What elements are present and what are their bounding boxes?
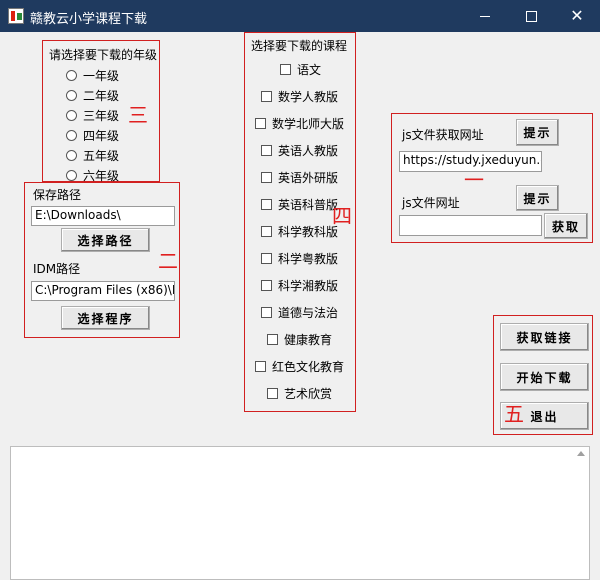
choose-path-button[interactable]: 选择路径 xyxy=(61,228,150,252)
title-bar: 赣教云小学课程下载 ✕ xyxy=(0,0,600,32)
grade-option-1[interactable]: 一年级 xyxy=(66,67,119,84)
course-checkbox-morality[interactable]: 道德与法治 xyxy=(261,304,338,321)
js-fetch-label: js文件获取网址 xyxy=(402,128,484,142)
choose-program-button[interactable]: 选择程序 xyxy=(61,306,150,330)
js-url-input[interactable] xyxy=(399,215,542,236)
radio-icon xyxy=(66,130,77,141)
idm-path-label: IDM路径 xyxy=(33,262,81,276)
start-download-button[interactable]: 开始下载 xyxy=(500,363,589,391)
course-label: 语文 xyxy=(297,63,322,77)
window-title: 赣教云小学课程下载 xyxy=(30,12,148,27)
checkbox-icon xyxy=(261,199,272,210)
course-checkbox-chinese[interactable]: 语文 xyxy=(280,61,321,78)
checkbox-icon xyxy=(261,280,272,291)
grade-option-label: 五年级 xyxy=(83,149,120,163)
maximize-icon xyxy=(525,10,537,22)
checkbox-icon xyxy=(261,307,272,318)
course-label: 红色文化教育 xyxy=(272,360,345,374)
course-label: 英语外研版 xyxy=(278,171,339,185)
checkbox-icon xyxy=(255,361,266,372)
checkbox-icon xyxy=(261,253,272,264)
course-checkbox-math-pep[interactable]: 数学人教版 xyxy=(261,88,338,105)
course-label: 艺术欣赏 xyxy=(284,387,333,401)
close-button[interactable]: ✕ xyxy=(554,0,600,32)
js-url-label: js文件网址 xyxy=(402,196,460,210)
course-label: 科学粤教版 xyxy=(278,252,339,266)
grade-option-5[interactable]: 五年级 xyxy=(66,147,119,164)
grade-option-3[interactable]: 三年级 xyxy=(66,107,119,124)
grade-option-label: 一年级 xyxy=(83,69,120,83)
radio-icon xyxy=(66,110,77,121)
get-link-button[interactable]: 获取链接 xyxy=(500,323,589,351)
course-checkbox-health[interactable]: 健康教育 xyxy=(267,331,332,348)
hint-button-fetch[interactable]: 提示 xyxy=(516,119,559,146)
course-checkbox-english-fltrp[interactable]: 英语外研版 xyxy=(261,169,338,186)
actions-annotation-marker: 五 xyxy=(504,402,524,426)
get-button[interactable]: 获取 xyxy=(544,213,588,239)
checkbox-icon xyxy=(261,91,272,102)
course-label: 数学北师大版 xyxy=(272,117,345,131)
app-icon xyxy=(8,8,24,24)
close-icon: ✕ xyxy=(570,6,584,25)
course-checkbox-art[interactable]: 艺术欣赏 xyxy=(267,385,332,402)
log-textarea[interactable] xyxy=(10,446,590,580)
courses-label: 选择要下载的课程 xyxy=(251,39,348,53)
radio-icon xyxy=(66,90,77,101)
checkbox-icon xyxy=(261,226,272,237)
checkbox-icon xyxy=(261,172,272,183)
course-checkbox-science-xiang[interactable]: 科学湘教版 xyxy=(261,277,338,294)
course-label: 道德与法治 xyxy=(278,306,339,320)
course-checkbox-science-yue[interactable]: 科学粤教版 xyxy=(261,250,338,267)
scroll-up-arrow-icon[interactable] xyxy=(577,451,585,456)
grade-option-4[interactable]: 四年级 xyxy=(66,127,119,144)
course-label: 数学人教版 xyxy=(278,90,339,104)
course-checkbox-red-culture[interactable]: 红色文化教育 xyxy=(255,358,344,375)
save-annotation-marker: 二 xyxy=(158,249,178,273)
radio-icon xyxy=(66,170,77,181)
course-label: 英语科普版 xyxy=(278,198,339,212)
courses-annotation-marker: 四 xyxy=(332,204,352,228)
grade-option-label: 三年级 xyxy=(83,109,120,123)
grade-option-label: 四年级 xyxy=(83,129,120,143)
save-path-input[interactable]: E:\Downloads\ xyxy=(31,206,175,226)
checkbox-icon xyxy=(255,118,266,129)
save-path-label: 保存路径 xyxy=(33,188,82,202)
minimize-button[interactable] xyxy=(462,0,508,32)
grade-option-2[interactable]: 二年级 xyxy=(66,87,119,104)
course-label: 科学湘教版 xyxy=(278,279,339,293)
js-annotation-marker: 一 xyxy=(464,168,484,192)
grade-option-label: 二年级 xyxy=(83,89,120,103)
course-checkbox-english-pep[interactable]: 英语人教版 xyxy=(261,142,338,159)
minimize-icon xyxy=(480,15,490,17)
course-checkbox-math-bnu[interactable]: 数学北师大版 xyxy=(255,115,344,132)
course-checkbox-english-kp[interactable]: 英语科普版 xyxy=(261,196,338,213)
course-label: 英语人教版 xyxy=(278,144,339,158)
idm-path-input[interactable]: C:\Program Files (x86)\In xyxy=(31,281,175,301)
maximize-button[interactable] xyxy=(508,0,554,32)
course-label: 健康教育 xyxy=(284,333,333,347)
course-label: 科学教科版 xyxy=(278,225,339,239)
radio-icon xyxy=(66,70,77,81)
grade-annotation-marker: 三 xyxy=(128,103,148,127)
checkbox-icon xyxy=(267,334,278,345)
grade-label: 请选择要下载的年级 xyxy=(49,48,158,62)
checkbox-icon xyxy=(280,64,291,75)
course-checkbox-science-jk[interactable]: 科学教科版 xyxy=(261,223,338,240)
checkbox-icon xyxy=(261,145,272,156)
radio-icon xyxy=(66,150,77,161)
hint-button-url[interactable]: 提示 xyxy=(516,185,559,211)
checkbox-icon xyxy=(267,388,278,399)
